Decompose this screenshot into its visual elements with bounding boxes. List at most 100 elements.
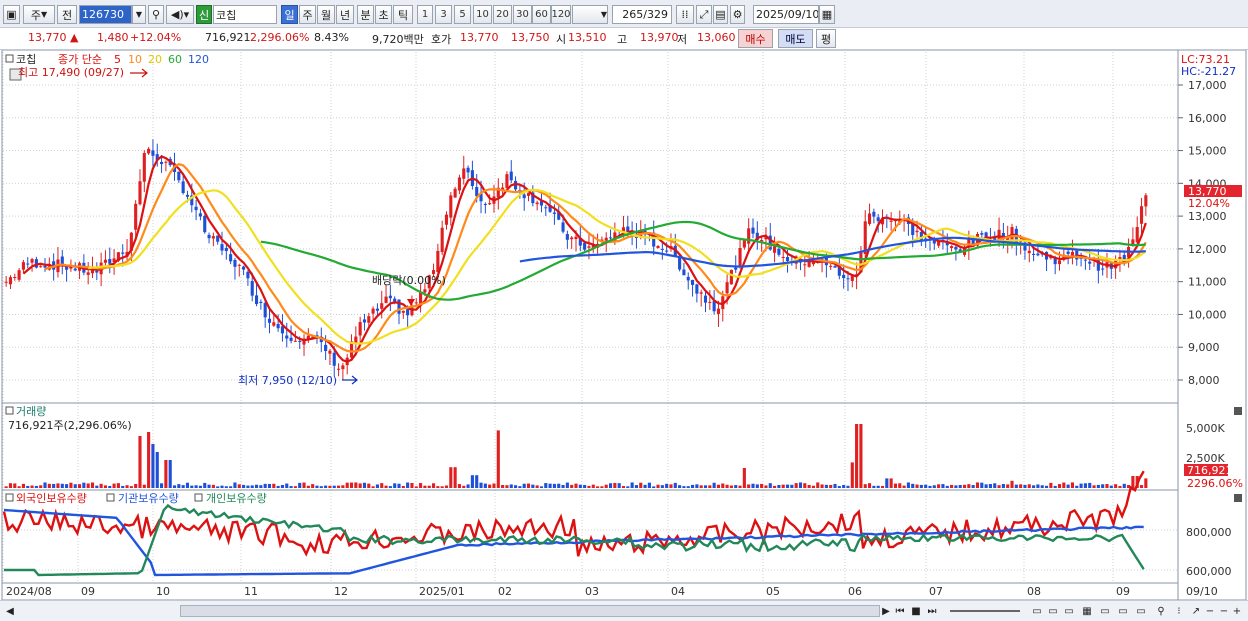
scroll-stop-icon[interactable]: ■ — [910, 604, 922, 618]
volume-bar — [393, 483, 397, 488]
view-dual-icon[interactable]: ▭ — [1046, 604, 1060, 618]
tab-second[interactable]: 초 — [375, 5, 392, 24]
interval-30[interactable]: 30 — [513, 5, 532, 24]
tab-month[interactable]: 월 — [317, 5, 335, 24]
volume-bar — [924, 484, 928, 488]
candle-body — [39, 266, 43, 268]
date-field[interactable]: 2025/09/10 — [753, 5, 819, 24]
candle-body — [298, 340, 302, 342]
prev-select[interactable]: 전 — [57, 5, 77, 24]
volume-bar — [108, 485, 112, 488]
zoom-in-icon[interactable]: + — [1231, 604, 1243, 618]
interval-60[interactable]: 60 — [532, 5, 551, 24]
volume-bar — [242, 484, 246, 488]
interval-20[interactable]: 20 — [493, 5, 512, 24]
candle-body — [21, 262, 25, 270]
volume-bar — [345, 482, 349, 488]
layout-icon[interactable]: ▣ — [3, 5, 20, 24]
volume-bar — [880, 485, 885, 488]
volume-bar — [906, 482, 910, 488]
legend-ma-20: 20 — [148, 53, 162, 66]
view-single-icon[interactable]: ▭ — [1030, 604, 1044, 618]
volume-bar — [95, 485, 99, 488]
buy-button[interactable]: 매수 — [738, 29, 773, 48]
eval-button[interactable]: 평 — [816, 29, 836, 48]
volume-bar — [639, 482, 643, 488]
count-field[interactable]: 265/329 — [612, 5, 672, 24]
period-select[interactable]: 주 ▼ — [23, 5, 55, 24]
candle-body — [4, 281, 8, 283]
minimize-icon[interactable]: − — [1218, 604, 1230, 618]
volume-bar — [306, 485, 310, 488]
interval-10[interactable]: 10 — [473, 5, 492, 24]
holdings-panel-close-icon[interactable] — [1234, 494, 1242, 502]
chart-type-small-icon[interactable]: ⁝ — [1172, 604, 1186, 618]
candle-body — [246, 271, 250, 279]
volume-bar — [65, 484, 69, 488]
interval-120[interactable]: 120 — [551, 5, 571, 24]
view-tile-icon[interactable]: ▭ — [1116, 604, 1130, 618]
zoom-out-icon[interactable]: − — [1204, 604, 1216, 618]
calendar-icon[interactable]: ▦ — [819, 5, 835, 24]
tab-year[interactable]: 년 — [336, 5, 354, 24]
tab-week[interactable]: 주 — [299, 5, 316, 24]
legend-stock-name: 코칩 — [16, 53, 36, 66]
candle-body — [276, 324, 280, 329]
stock-name-field[interactable]: 코칩 — [213, 5, 277, 24]
volume-bar — [967, 484, 971, 488]
save-icon[interactable]: ▤ — [713, 5, 728, 24]
interval-custom-select[interactable]: ▼ — [572, 5, 608, 24]
volume-panel-close-icon[interactable] — [1234, 407, 1242, 415]
zoom-track[interactable] — [950, 610, 1020, 612]
scroll-first-icon[interactable]: ⏮ — [894, 604, 906, 618]
volume-bar — [997, 485, 1001, 488]
volume-bar — [911, 483, 915, 488]
tab-day[interactable]: 일 — [281, 5, 298, 24]
draw-tool-icon[interactable]: ⤢ — [696, 5, 712, 24]
volume-bar — [177, 484, 181, 488]
scroll-thumb[interactable] — [180, 605, 880, 617]
volume-bar — [371, 486, 375, 488]
candle-body — [509, 171, 513, 181]
speaker-icon[interactable]: ◀)▾ — [166, 5, 194, 24]
candle-body — [267, 318, 272, 323]
view-multi-icon[interactable]: ▭ — [1062, 604, 1076, 618]
view-split-icon[interactable]: ▭ — [1098, 604, 1112, 618]
interval-3[interactable]: 3 — [435, 5, 452, 24]
zoom-reset-icon[interactable]: ↗ — [1190, 604, 1202, 618]
stock-code-dropdown-icon[interactable]: ▼ — [132, 5, 146, 24]
sell-button[interactable]: 매도 — [778, 29, 813, 48]
candle-body — [565, 234, 569, 240]
volume-bar — [285, 483, 289, 488]
candle-body — [1139, 206, 1144, 224]
interval-5[interactable]: 5 — [454, 5, 471, 24]
candle-body — [773, 246, 777, 253]
stock-code-input[interactable]: 126730 — [79, 5, 132, 24]
view-grid-icon[interactable]: ▦ — [1080, 604, 1094, 618]
volume-bar — [224, 486, 228, 488]
interval-1[interactable]: 1 — [417, 5, 433, 24]
candle-body — [660, 248, 664, 250]
volume-bar — [768, 483, 772, 488]
volume-bar — [17, 486, 21, 488]
volume-bar — [1144, 478, 1148, 488]
tab-minute[interactable]: 분 — [357, 5, 374, 24]
volume-bar — [116, 483, 120, 488]
scroll-left-icon[interactable]: ◀ — [4, 604, 16, 618]
view-window-icon[interactable]: ▭ — [1134, 604, 1148, 618]
volume-bar — [77, 484, 82, 488]
volume-bar — [1083, 483, 1087, 488]
search-icon[interactable]: ⚲ — [148, 5, 164, 24]
chart-area[interactable]: 코칩 종가 단순 5 10 20 60 120 최고 17,490 (09/27… — [0, 50, 1248, 600]
volume-bar — [216, 486, 220, 488]
settings-gear-icon[interactable]: ⚙ — [730, 5, 745, 24]
candle-body — [43, 265, 47, 268]
scroll-right-icon[interactable]: ▶ — [880, 604, 892, 618]
chart-type-icon[interactable]: ⁞⁞ — [676, 5, 694, 24]
volume-bar — [246, 485, 250, 488]
tab-tick[interactable]: 틱 — [393, 5, 413, 24]
scroll-last-icon[interactable]: ⏭ — [926, 604, 938, 618]
magnify-icon[interactable]: ⚲ — [1154, 604, 1168, 618]
x-axis-label: 10 — [156, 585, 170, 598]
chart-scrollbar[interactable]: ◀ ▶ ⏮ ■ ⏭ ▭ ▭ ▭ ▦ ▭ ▭ ▭ ⚲ ⁝ ↗ − − + — [0, 600, 1248, 621]
